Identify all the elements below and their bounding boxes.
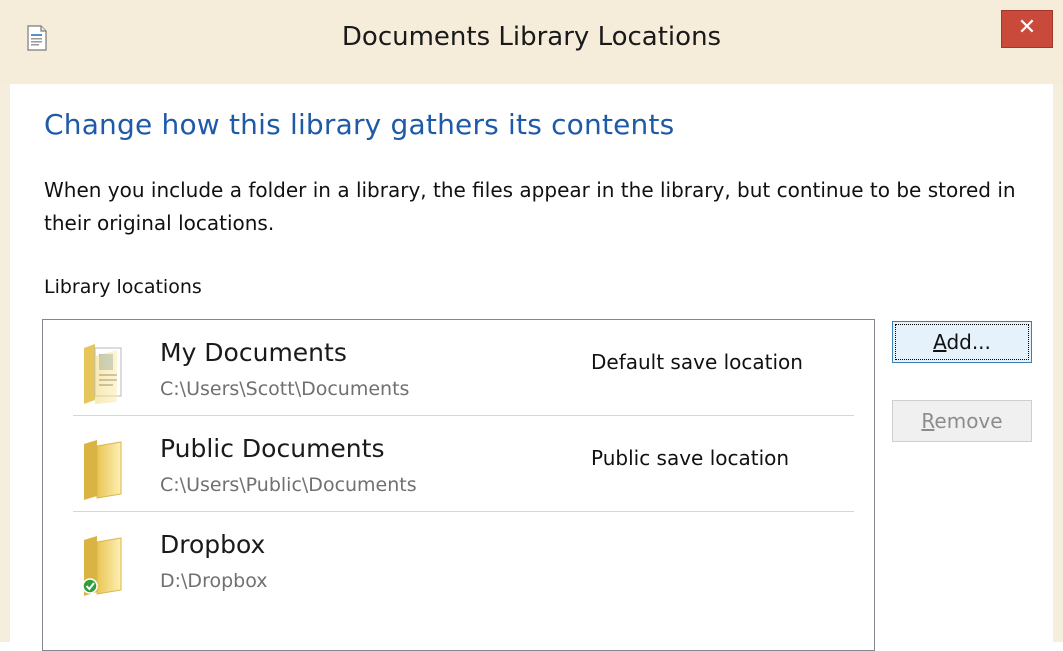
title-bar[interactable]: Documents Library Locations ✕ [0, 0, 1063, 84]
add-button[interactable]: Add... [892, 321, 1032, 363]
location-name: Public Documents [160, 434, 385, 463]
documents-folder-icon [84, 344, 122, 404]
synced-folder-icon [82, 536, 122, 596]
library-locations-label: Library locations [44, 276, 202, 298]
close-button[interactable]: ✕ [1001, 10, 1053, 48]
description-text: When you include a folder in a library, … [44, 178, 1016, 235]
location-name: Dropbox [160, 530, 266, 559]
window-title: Documents Library Locations [341, 22, 722, 52]
dialog-content: Change how this library gathers its cont… [10, 84, 1053, 651]
location-name: My Documents [160, 338, 347, 367]
location-path: C:\Users\Scott\Documents [160, 378, 410, 400]
library-locations-list[interactable]: My Documents C:\Users\Scott\Documents De… [42, 319, 875, 651]
remove-button-label: emove [934, 409, 1003, 433]
add-button-label: dd... [946, 330, 991, 354]
folder-icon [84, 440, 122, 500]
dialog-window: Documents Library Locations ✕ Change how… [0, 0, 1063, 651]
remove-button-mnemonic: R [921, 409, 935, 433]
list-item[interactable]: My Documents C:\Users\Scott\Documents De… [43, 320, 874, 416]
add-button-mnemonic: A [933, 330, 947, 354]
remove-button[interactable]: Remove [892, 400, 1032, 442]
location-path: C:\Users\Public\Documents [160, 474, 417, 496]
save-location-badge: Default save location [591, 350, 803, 374]
location-path: D:\Dropbox [160, 570, 268, 592]
list-item[interactable]: Dropbox D:\Dropbox [43, 512, 874, 608]
save-location-badge: Public save location [591, 446, 790, 470]
close-icon: ✕ [1017, 15, 1037, 40]
page-heading: Change how this library gathers its cont… [44, 108, 675, 141]
list-item[interactable]: Public Documents C:\Users\Public\Documen… [43, 416, 874, 512]
